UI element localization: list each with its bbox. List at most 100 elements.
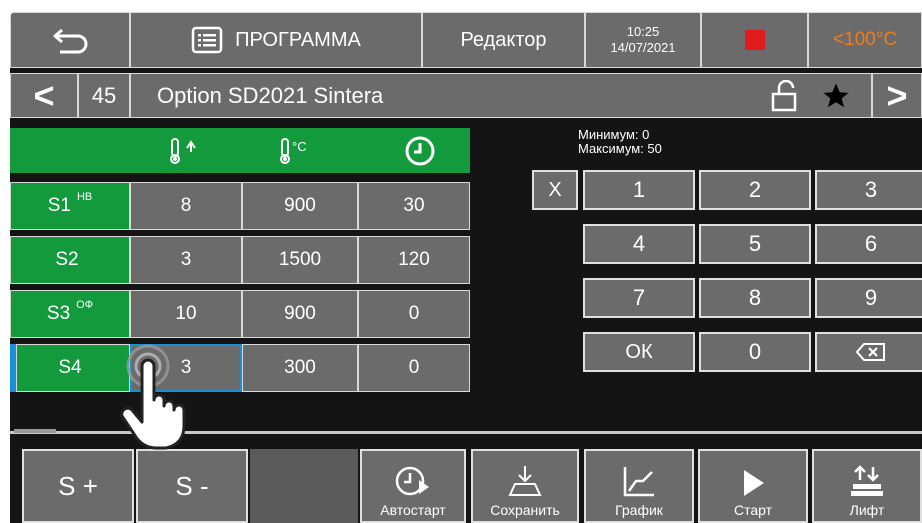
- remove-step-button[interactable]: S -: [136, 449, 248, 523]
- key-4[interactable]: 4: [583, 224, 695, 264]
- graph-button[interactable]: График: [584, 449, 694, 523]
- key-7[interactable]: 7: [583, 278, 695, 318]
- temperature-cell[interactable]: 1500: [242, 236, 358, 284]
- step-label[interactable]: S3 ОФ: [10, 290, 130, 338]
- autostart-label: Автостарт: [380, 502, 446, 518]
- save-tray-icon: [508, 466, 542, 496]
- temperature-value: 900: [284, 195, 316, 216]
- stop-indicator[interactable]: [701, 12, 808, 68]
- add-step-label: S +: [58, 470, 98, 501]
- graph-label: График: [615, 502, 663, 518]
- clock-play-icon: [395, 466, 429, 496]
- step-label[interactable]: S4: [16, 344, 130, 392]
- key-9[interactable]: 9: [815, 278, 922, 318]
- add-step-button[interactable]: S +: [22, 449, 134, 523]
- ramp-rate-cell[interactable]: 8: [130, 182, 242, 230]
- program-name[interactable]: Option SD2021 Sintera: [130, 73, 872, 118]
- time: 10:25: [626, 24, 660, 39]
- ramp-rate-cell[interactable]: 3: [130, 236, 242, 284]
- ramp-rate-value: 3: [180, 249, 192, 270]
- thermometer-up-icon: [170, 138, 196, 164]
- key-label: 3: [864, 177, 878, 202]
- hold-time-value: 120: [398, 249, 430, 270]
- temperature-cell[interactable]: 300: [242, 344, 358, 392]
- graph-icon: [623, 467, 654, 497]
- step-name: S3: [46, 303, 71, 324]
- key-2[interactable]: 2: [699, 170, 811, 210]
- thermometer-celsius-icon: °C: [280, 138, 307, 164]
- empty-slot: [250, 449, 358, 523]
- key-6[interactable]: 6: [815, 224, 922, 264]
- clock-icon: [405, 136, 435, 166]
- hold-time-cell[interactable]: 30: [358, 182, 470, 230]
- back-button[interactable]: [10, 12, 130, 68]
- ramp-rate-value: 10: [175, 303, 197, 324]
- step-label[interactable]: S1 НВ: [10, 182, 130, 230]
- step-tag: ОФ: [76, 299, 94, 311]
- hold-time-value: 0: [408, 303, 420, 324]
- hold-time-cell[interactable]: 0: [358, 290, 470, 338]
- save-button[interactable]: Сохранить: [471, 449, 579, 523]
- backspace-icon: [855, 343, 885, 361]
- unlock-icon[interactable]: [769, 80, 799, 112]
- key-label: 5: [748, 231, 762, 256]
- program-menu-button[interactable]: ПРОГРАММА: [130, 12, 422, 68]
- step-name: S2: [55, 249, 79, 270]
- lift-button[interactable]: Лифт: [812, 449, 922, 523]
- chevron-right-icon: >: [886, 74, 908, 116]
- ramp-rate-cell[interactable]: 10: [130, 290, 242, 338]
- program-number: 45: [78, 73, 130, 118]
- step-label[interactable]: S2: [10, 236, 130, 284]
- key-1[interactable]: 1: [583, 170, 695, 210]
- page-title: ПРОГРАММА: [235, 28, 361, 51]
- program-name-text: Option SD2021 Sintera: [157, 82, 384, 108]
- star-icon[interactable]: [821, 81, 851, 111]
- date: 14/07/2021: [610, 40, 676, 55]
- stop-square-icon: [744, 30, 765, 50]
- temperature-cell[interactable]: 900: [242, 182, 358, 230]
- max-label: Максимум: 50: [578, 141, 662, 156]
- step-tag: НВ: [76, 191, 93, 203]
- hold-time-value: 30: [403, 195, 425, 216]
- key-8[interactable]: 8: [699, 278, 811, 318]
- list-icon: [191, 26, 223, 54]
- key-label: 2: [748, 177, 762, 202]
- ramp-rate-value: 8: [180, 195, 192, 216]
- hold-time-value: 0: [408, 357, 420, 378]
- table-header: °C: [10, 128, 470, 173]
- temperature-value: 1500: [278, 249, 322, 270]
- step-name: S4: [58, 357, 82, 378]
- key-label: 0: [748, 339, 762, 364]
- lift-arrows-icon: [851, 465, 883, 496]
- start-label: Старт: [733, 502, 773, 518]
- input-limits: Минимум: 0 Максимум: 50: [578, 128, 662, 156]
- chevron-left-icon: <: [33, 74, 55, 116]
- return-arrow-icon: [53, 28, 88, 54]
- mode-text: Редактор: [460, 28, 547, 51]
- hold-time-cell[interactable]: 0: [358, 344, 470, 392]
- hold-time-cell[interactable]: 120: [358, 236, 470, 284]
- temperature-value: 900: [284, 303, 316, 324]
- temperature-status: <100°C: [808, 12, 922, 68]
- ok-button[interactable]: ОК: [583, 332, 695, 372]
- key-3[interactable]: 3: [815, 170, 922, 210]
- min-label: Минимум: 0: [578, 127, 650, 142]
- key-label: 7: [632, 285, 646, 310]
- key-5[interactable]: 5: [699, 224, 811, 264]
- key-label: 9: [864, 285, 878, 310]
- autostart-button[interactable]: Автостарт: [360, 449, 466, 523]
- key-label: 1: [632, 177, 646, 202]
- celsius-label: °C: [292, 139, 307, 154]
- ok-label: ОК: [625, 340, 653, 363]
- prev-program-button[interactable]: <: [10, 73, 78, 118]
- key-0[interactable]: 0: [699, 332, 811, 372]
- lift-label: Лифт: [849, 502, 885, 518]
- scrollbar-thumb[interactable]: [14, 429, 56, 433]
- clear-button[interactable]: X: [532, 170, 578, 210]
- remove-step-label: S -: [175, 470, 209, 501]
- backspace-button[interactable]: [815, 332, 922, 372]
- temperature-cell[interactable]: 900: [242, 290, 358, 338]
- start-button[interactable]: Старт: [698, 449, 808, 523]
- mode-label: Редактор: [422, 12, 585, 68]
- next-program-button[interactable]: >: [872, 73, 922, 118]
